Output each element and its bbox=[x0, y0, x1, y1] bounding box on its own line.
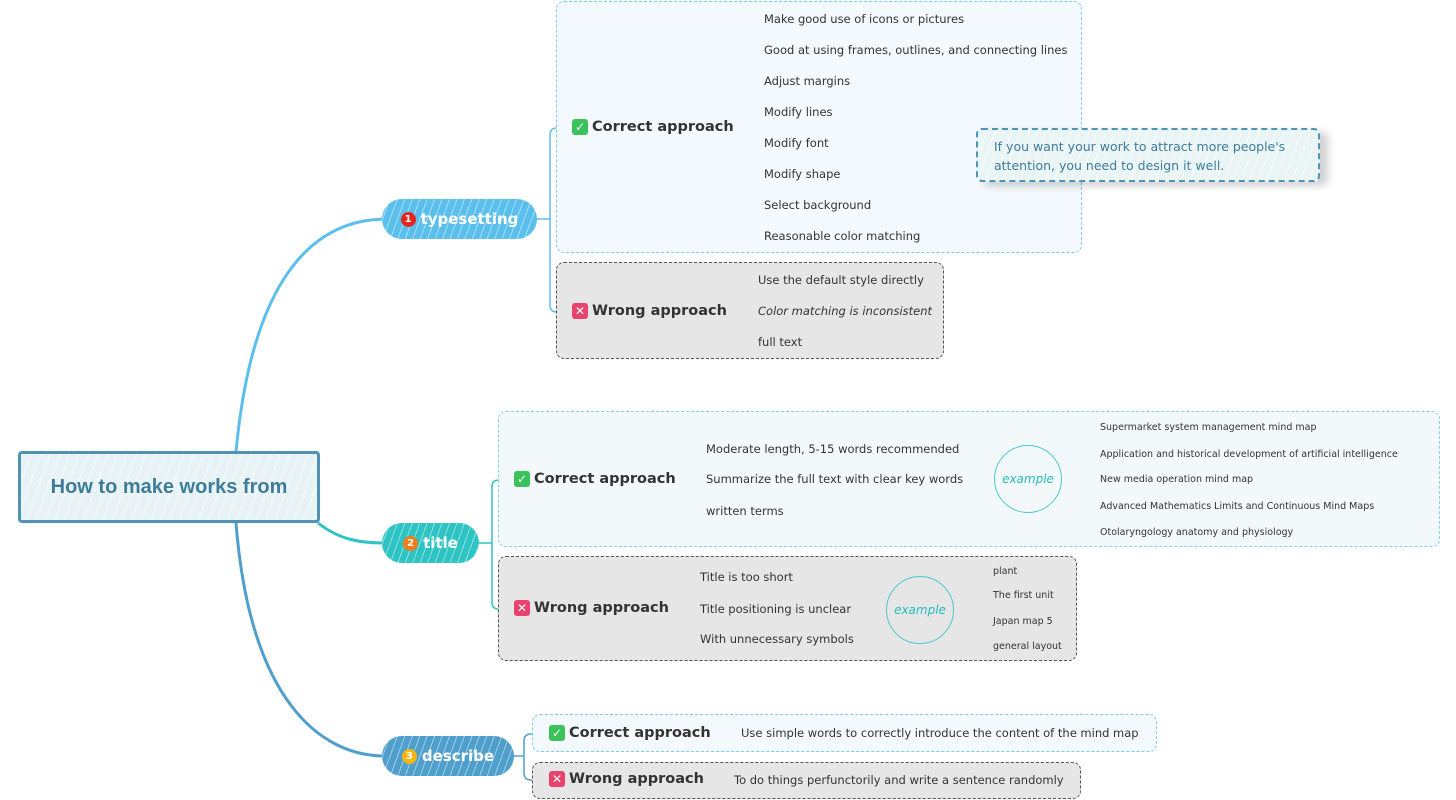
example-item[interactable]: Otolaryngology anatomy and physiology bbox=[1100, 527, 1293, 538]
example-item[interactable]: Advanced Mathematics Limits and Continuo… bbox=[1100, 501, 1374, 512]
priority-3-icon: 3 bbox=[401, 748, 417, 764]
priority-1-icon: 1 bbox=[400, 211, 416, 227]
example-item[interactable]: general layout bbox=[993, 641, 1062, 652]
example-item[interactable]: Japan map 5 bbox=[993, 616, 1053, 627]
topic-describe-wrong[interactable]: ✕ Wrong approach bbox=[549, 771, 704, 787]
cross-icon: ✕ bbox=[572, 303, 588, 319]
leaf-item[interactable]: Adjust margins bbox=[764, 74, 850, 88]
example-item[interactable]: The first unit bbox=[993, 590, 1054, 601]
leaf-item[interactable]: Use simple words to correctly introduce … bbox=[741, 726, 1139, 740]
leaf-item[interactable]: Color matching is inconsistent bbox=[758, 304, 932, 318]
connector-root-typesetting bbox=[234, 217, 386, 453]
topic-typesetting-wrong[interactable]: ✕ Wrong approach bbox=[572, 303, 727, 319]
example-item[interactable]: Application and historical development o… bbox=[1100, 449, 1398, 460]
branch-typesetting[interactable]: 1 typesetting bbox=[382, 199, 537, 239]
branch-describe[interactable]: 3 describe bbox=[382, 736, 514, 776]
check-icon: ✓ bbox=[572, 119, 588, 135]
check-icon: ✓ bbox=[549, 725, 565, 741]
summary-example-correct[interactable]: example bbox=[994, 445, 1062, 513]
topic-typesetting-correct[interactable]: ✓ Correct approach bbox=[572, 119, 734, 135]
leaf-item[interactable]: Summarize the full text with clear key w… bbox=[706, 472, 963, 486]
branch-title[interactable]: 2 title bbox=[382, 523, 479, 563]
connector-root-describe bbox=[234, 522, 386, 758]
check-icon: ✓ bbox=[514, 471, 530, 487]
leaf-item[interactable]: Modify shape bbox=[764, 167, 840, 181]
example-item[interactable]: plant bbox=[993, 566, 1017, 577]
topic-title-wrong[interactable]: ✕ Wrong approach bbox=[514, 600, 669, 616]
leaf-item[interactable]: Select background bbox=[764, 198, 871, 212]
callout-note[interactable]: If you want your work to attract more pe… bbox=[976, 128, 1320, 182]
summary-example-wrong[interactable]: example bbox=[886, 576, 954, 644]
leaf-item[interactable]: With unnecessary symbols bbox=[700, 632, 854, 646]
root-topic[interactable]: How to make works from bbox=[18, 451, 320, 523]
branch-label: title bbox=[423, 534, 458, 552]
topic-label: Correct approach bbox=[569, 725, 711, 741]
leaf-item[interactable]: full text bbox=[758, 335, 802, 349]
branch-label: describe bbox=[421, 747, 495, 765]
cross-icon: ✕ bbox=[514, 600, 530, 616]
leaf-item[interactable]: Reasonable color matching bbox=[764, 229, 920, 243]
topic-label: Wrong approach bbox=[592, 303, 727, 319]
cross-icon: ✕ bbox=[549, 771, 565, 787]
topic-label: Correct approach bbox=[592, 119, 734, 135]
leaf-item[interactable]: Make good use of icons or pictures bbox=[764, 12, 964, 26]
topic-describe-correct[interactable]: ✓ Correct approach bbox=[549, 725, 711, 741]
branch-label: typesetting bbox=[420, 210, 519, 228]
example-item[interactable]: New media operation mind map bbox=[1100, 474, 1253, 485]
example-item[interactable]: Supermarket system management mind map bbox=[1100, 422, 1317, 433]
leaf-item[interactable]: written terms bbox=[706, 504, 784, 518]
leaf-item[interactable]: Moderate length, 5-15 words recommended bbox=[706, 442, 959, 456]
leaf-item[interactable]: Use the default style directly bbox=[758, 273, 924, 287]
leaf-item[interactable]: Good at using frames, outlines, and conn… bbox=[764, 43, 1067, 57]
leaf-item[interactable]: Title is too short bbox=[700, 570, 793, 584]
root-title: How to make works from bbox=[50, 475, 288, 498]
topic-title-correct[interactable]: ✓ Correct approach bbox=[514, 471, 676, 487]
leaf-item[interactable]: To do things perfunctorily and write a s… bbox=[734, 773, 1064, 787]
connector-root-title bbox=[317, 521, 386, 545]
topic-label: Correct approach bbox=[534, 471, 676, 487]
topic-label: Wrong approach bbox=[569, 771, 704, 787]
leaf-item[interactable]: Modify lines bbox=[764, 105, 833, 119]
topic-label: Wrong approach bbox=[534, 600, 669, 616]
priority-2-icon: 2 bbox=[403, 535, 419, 551]
leaf-item[interactable]: Title positioning is unclear bbox=[700, 602, 851, 616]
leaf-item[interactable]: Modify font bbox=[764, 136, 829, 150]
